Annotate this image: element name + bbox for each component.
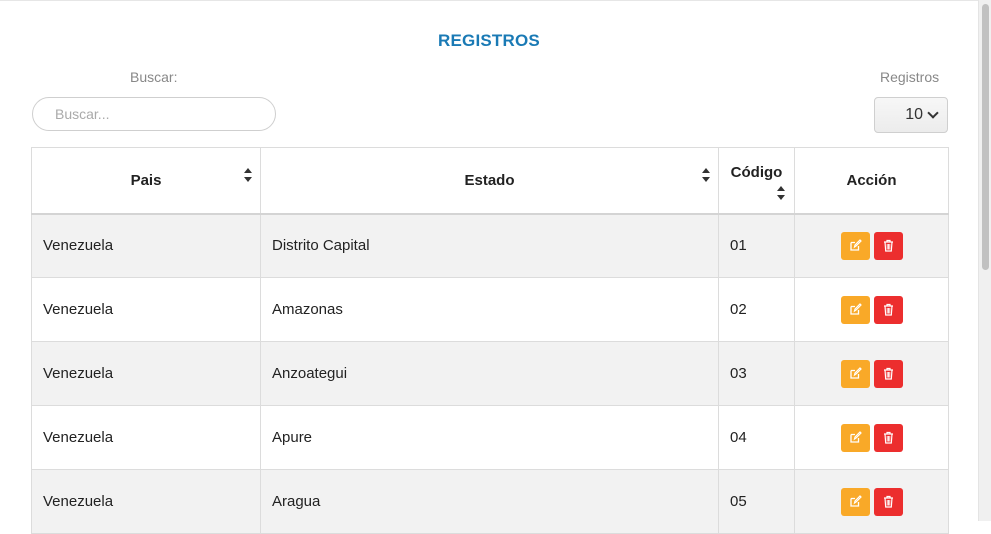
sort-icon [702, 168, 710, 182]
cell-codigo: 04 [718, 405, 795, 470]
search-input[interactable] [32, 97, 276, 131]
column-header-label: Estado [464, 171, 515, 189]
column-header-estado[interactable]: Estado [260, 147, 719, 215]
cell-estado: Amazonas [260, 277, 719, 342]
delete-button[interactable] [873, 359, 903, 388]
scrollbar-thumb[interactable] [982, 4, 989, 270]
cell-accion [794, 405, 949, 470]
delete-button[interactable] [873, 487, 903, 516]
vertical-scrollbar[interactable] [978, 0, 991, 521]
edit-button[interactable] [840, 487, 870, 516]
delete-button[interactable] [873, 231, 903, 260]
column-header-pais[interactable]: Pais [31, 147, 261, 215]
cell-estado: Apure [260, 405, 719, 470]
column-header-accion: Acción [794, 147, 949, 215]
chevron-down-icon [927, 107, 939, 119]
page-title: REGISTROS [438, 31, 540, 50]
cell-accion [794, 277, 949, 342]
cell-pais: Venezuela [31, 277, 261, 342]
column-header-label: Acción [846, 171, 897, 189]
table-row: Venezuela Amazonas 02 [31, 277, 949, 342]
edit-button[interactable] [840, 295, 870, 324]
table-header-row: Pais Estado Código Acción [31, 147, 949, 215]
cell-accion [794, 469, 949, 534]
top-divider [0, 0, 978, 1]
cell-estado: Anzoategui [260, 341, 719, 406]
column-header-label: Código [730, 163, 783, 181]
edit-button[interactable] [840, 423, 870, 452]
cell-estado: Aragua [260, 469, 719, 534]
cell-accion [794, 341, 949, 406]
delete-button[interactable] [873, 295, 903, 324]
records-per-page-value: 10 [905, 106, 923, 123]
cell-pais: Venezuela [31, 469, 261, 534]
cell-codigo: 05 [718, 469, 795, 534]
edit-button[interactable] [840, 359, 870, 388]
cell-codigo: 01 [718, 213, 795, 278]
table-row: Venezuela Apure 04 [31, 405, 949, 470]
cell-codigo: 03 [718, 341, 795, 406]
cell-estado: Distrito Capital [260, 213, 719, 278]
cell-codigo: 02 [718, 277, 795, 342]
records-label: Registros [880, 69, 940, 85]
records-table: Pais Estado Código Acción Venezuela Distr… [31, 147, 949, 534]
cell-pais: Venezuela [31, 213, 261, 278]
sort-icon [776, 185, 785, 200]
edit-button[interactable] [840, 231, 870, 260]
column-header-codigo[interactable]: Código [718, 147, 795, 215]
column-header-label: Pais [130, 171, 162, 189]
cell-pais: Venezuela [31, 341, 261, 406]
table-row: Venezuela Distrito Capital 01 [31, 213, 949, 278]
sort-icon [244, 168, 252, 182]
table-row: Venezuela Anzoategui 03 [31, 341, 949, 406]
records-per-page-select[interactable]: 10 [874, 97, 948, 133]
cell-accion [794, 213, 949, 278]
cell-pais: Venezuela [31, 405, 261, 470]
search-label: Buscar: [130, 69, 178, 85]
delete-button[interactable] [873, 423, 903, 452]
table-row: Venezuela Aragua 05 [31, 469, 949, 534]
